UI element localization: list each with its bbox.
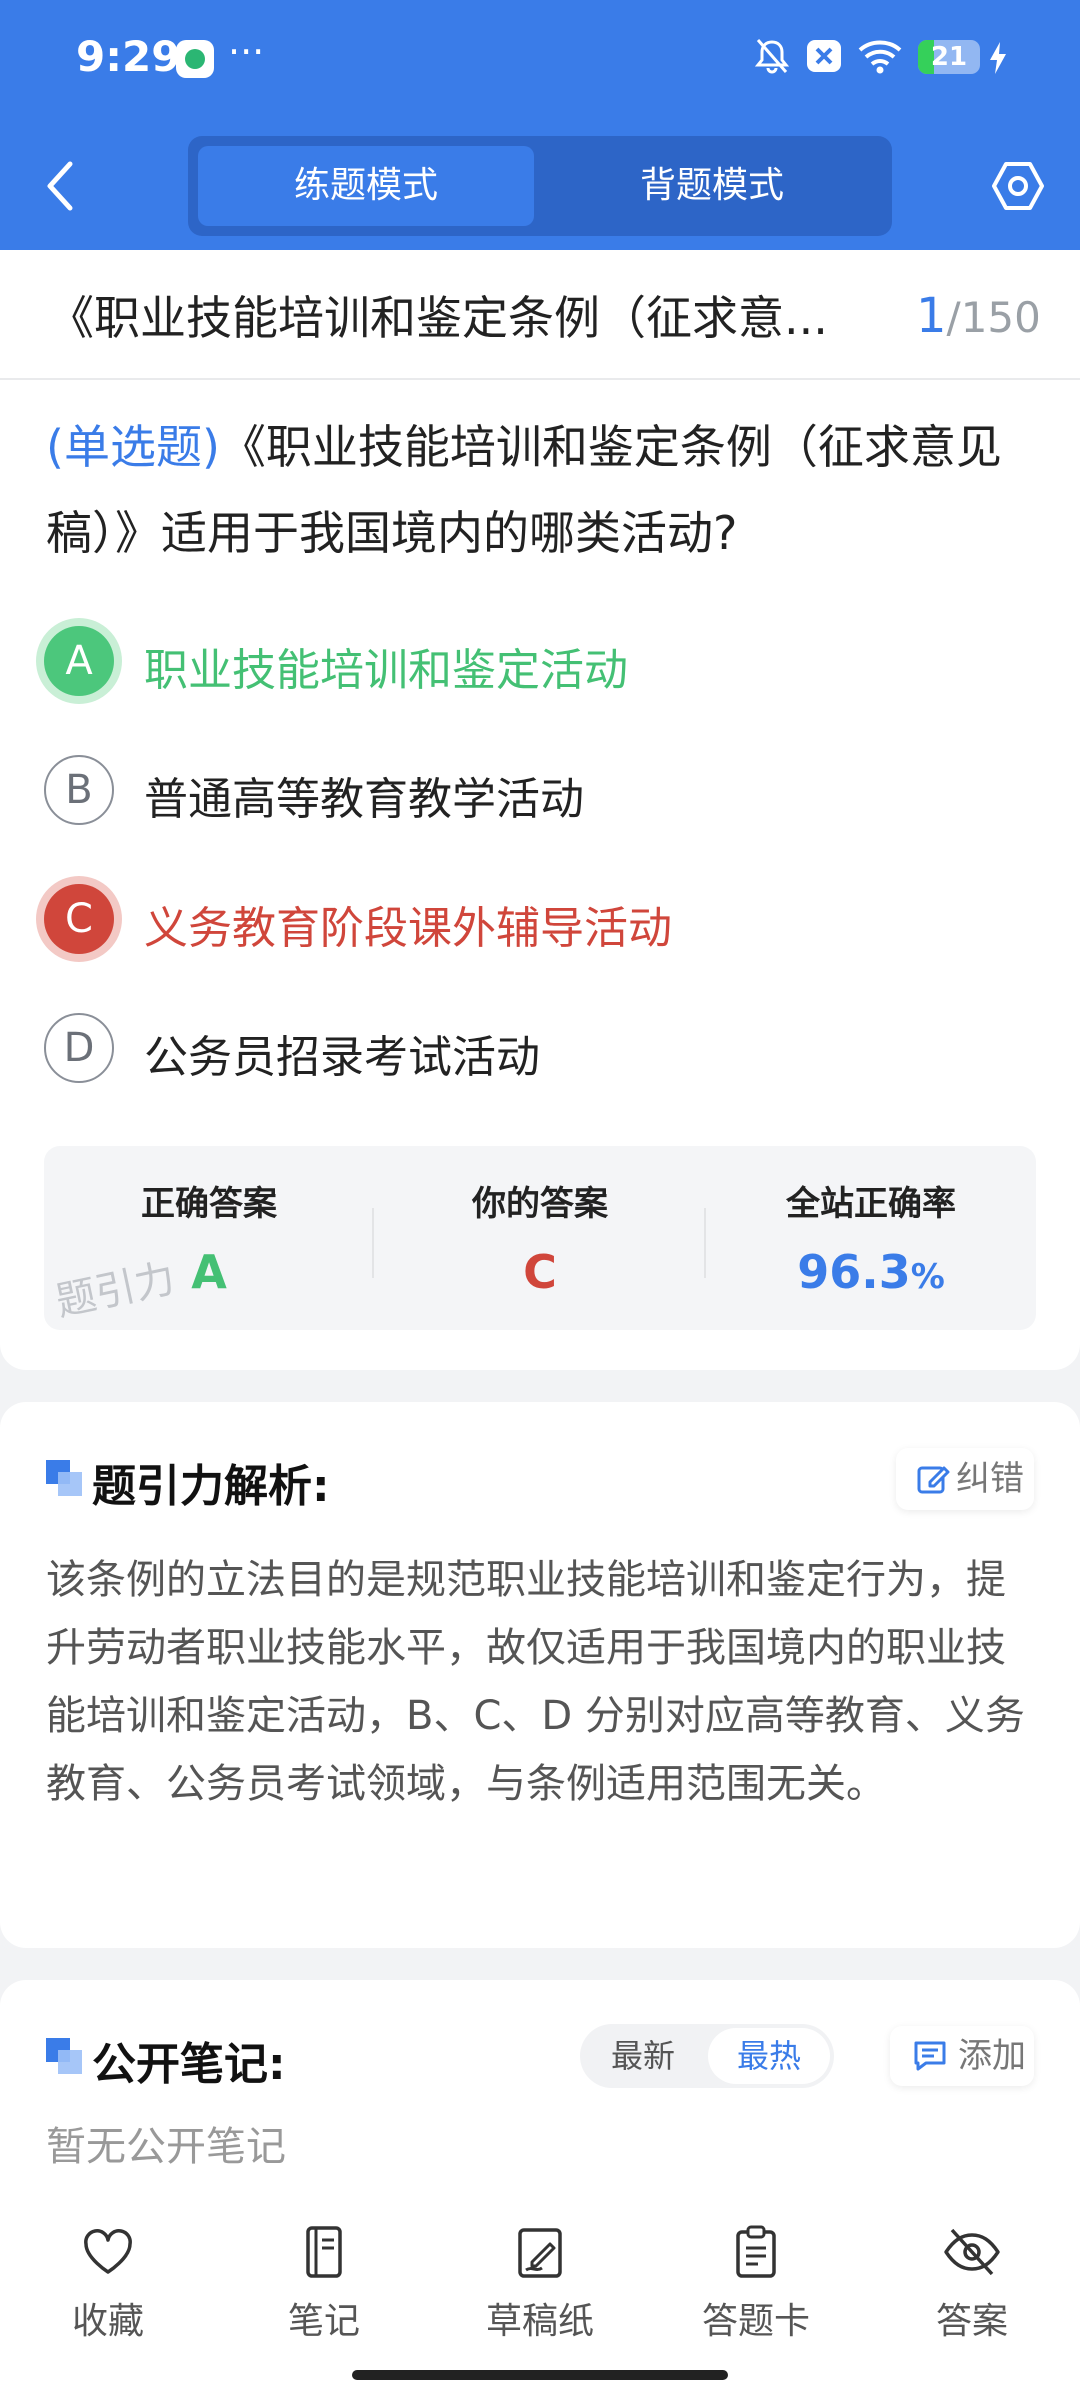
stat-value: C [523, 1245, 557, 1299]
no-sim-icon [807, 40, 841, 72]
notes-card [0, 1980, 1080, 2220]
option-letter: B [44, 755, 114, 825]
rate-number: 96.3 [797, 1245, 911, 1299]
comment-icon [914, 2041, 946, 2071]
option-letter: D [44, 1013, 114, 1083]
battery-indicator: 21 [918, 40, 980, 74]
analysis-text: 该条例的立法目的是规范职业技能培训和鉴定行为，提升劳动者职业技能水平，故仅适用于… [46, 1557, 1025, 1807]
option-letter: A [44, 626, 114, 696]
stat-label: 全站正确率 [786, 1184, 956, 1224]
tab-answer-sheet[interactable]: 答题卡 [676, 2224, 836, 2342]
option-b[interactable]: B 普通高等教育教学活动 [44, 745, 1024, 835]
mute-icon [754, 39, 790, 74]
draft-icon [518, 2228, 562, 2278]
heart-icon [84, 2229, 132, 2274]
tab-label: 答案 [935, 2301, 1008, 2342]
add-note-button[interactable]: 添加 [890, 2026, 1034, 2086]
question-text: (单选题)《职业技能培训和鉴定条例（征求意见稿）》适用于我国境内的哪类活动? [46, 404, 1044, 576]
current-index: 1 [916, 288, 947, 344]
notebook-icon [306, 2226, 342, 2278]
option-letter: C [44, 884, 114, 954]
option-text: 公务员招录考试活动 [144, 1032, 540, 1083]
tab-answer[interactable]: 答案 [892, 2224, 1052, 2342]
back-button[interactable] [40, 158, 80, 214]
option-text: 职业技能培训和鉴定活动 [144, 645, 628, 696]
divider [0, 378, 1080, 380]
tab-favorite[interactable]: 收藏 [28, 2224, 188, 2342]
option-a[interactable]: A 职业技能培训和鉴定活动 [44, 616, 1024, 706]
stat-value: 96.3% [706, 1245, 1036, 1299]
wifi-icon [858, 40, 902, 74]
option-d[interactable]: D 公务员招录考试活动 [44, 1003, 1024, 1093]
status-time: 9:29 [76, 32, 181, 81]
tab-draft[interactable]: 草稿纸 [460, 2224, 620, 2342]
stat-label: 正确答案 [141, 1184, 277, 1224]
option-text: 普通高等教育教学活动 [144, 774, 584, 825]
tab-notes[interactable]: 笔记 [244, 2224, 404, 2342]
section-icon [46, 1460, 82, 1496]
tab-memorize-mode[interactable]: 背题模式 [542, 146, 882, 226]
eye-off-icon [944, 2228, 1000, 2276]
sort-hottest[interactable]: 最热 [708, 2028, 830, 2084]
question-type: (单选题) [46, 420, 220, 474]
notes-title: 公开笔记: [92, 2039, 286, 2090]
tab-label: 笔记 [287, 2301, 360, 2342]
notes-sort-toggle: 最新 最热 [580, 2024, 834, 2088]
notification-app-icon [176, 40, 214, 78]
answer-sheet-icon [736, 2225, 776, 2278]
answer-stats: 正确答案 A 你的答案 C 全站正确率 96.3% [44, 1146, 1036, 1330]
charging-icon [990, 42, 1006, 74]
status-more: ··· [228, 30, 265, 74]
question-progress[interactable]: 1/150 [916, 288, 1041, 344]
option-text: 义务教育阶段课外辅导活动 [144, 903, 672, 954]
analysis-title: 题引力解析: [92, 1461, 330, 1512]
edit-icon [917, 1466, 950, 1494]
mode-switch: 练题模式 背题模式 [188, 136, 892, 236]
settings-button[interactable] [990, 158, 1046, 214]
home-indicator[interactable] [352, 2370, 728, 2380]
add-label: 添加 [958, 2036, 1026, 2076]
sort-newest[interactable]: 最新 [580, 2024, 706, 2088]
tab-practice-mode[interactable]: 练题模式 [198, 146, 534, 226]
report-label: 纠错 [956, 1459, 1024, 1499]
notes-empty-state: 暂无公开笔记 [46, 2124, 286, 2170]
stat-divider [372, 1208, 374, 1278]
stat-label: 你的答案 [472, 1184, 608, 1224]
tab-label: 答题卡 [701, 2301, 810, 2342]
report-error-button[interactable]: 纠错 [896, 1448, 1034, 1510]
total-count: /150 [946, 293, 1041, 342]
option-c[interactable]: C 义务教育阶段课外辅导活动 [44, 874, 1024, 964]
rate-unit: % [910, 1257, 945, 1297]
section-icon [46, 2038, 82, 2074]
stat-your-answer: 你的答案 C [375, 1176, 705, 1299]
tab-label: 收藏 [71, 2301, 144, 2342]
tab-label: 草稿纸 [485, 2301, 594, 2342]
paper-title: 《职业技能培训和鉴定条例（征求意... [48, 291, 828, 345]
stat-correct-rate: 全站正确率 96.3% [706, 1176, 1036, 1299]
